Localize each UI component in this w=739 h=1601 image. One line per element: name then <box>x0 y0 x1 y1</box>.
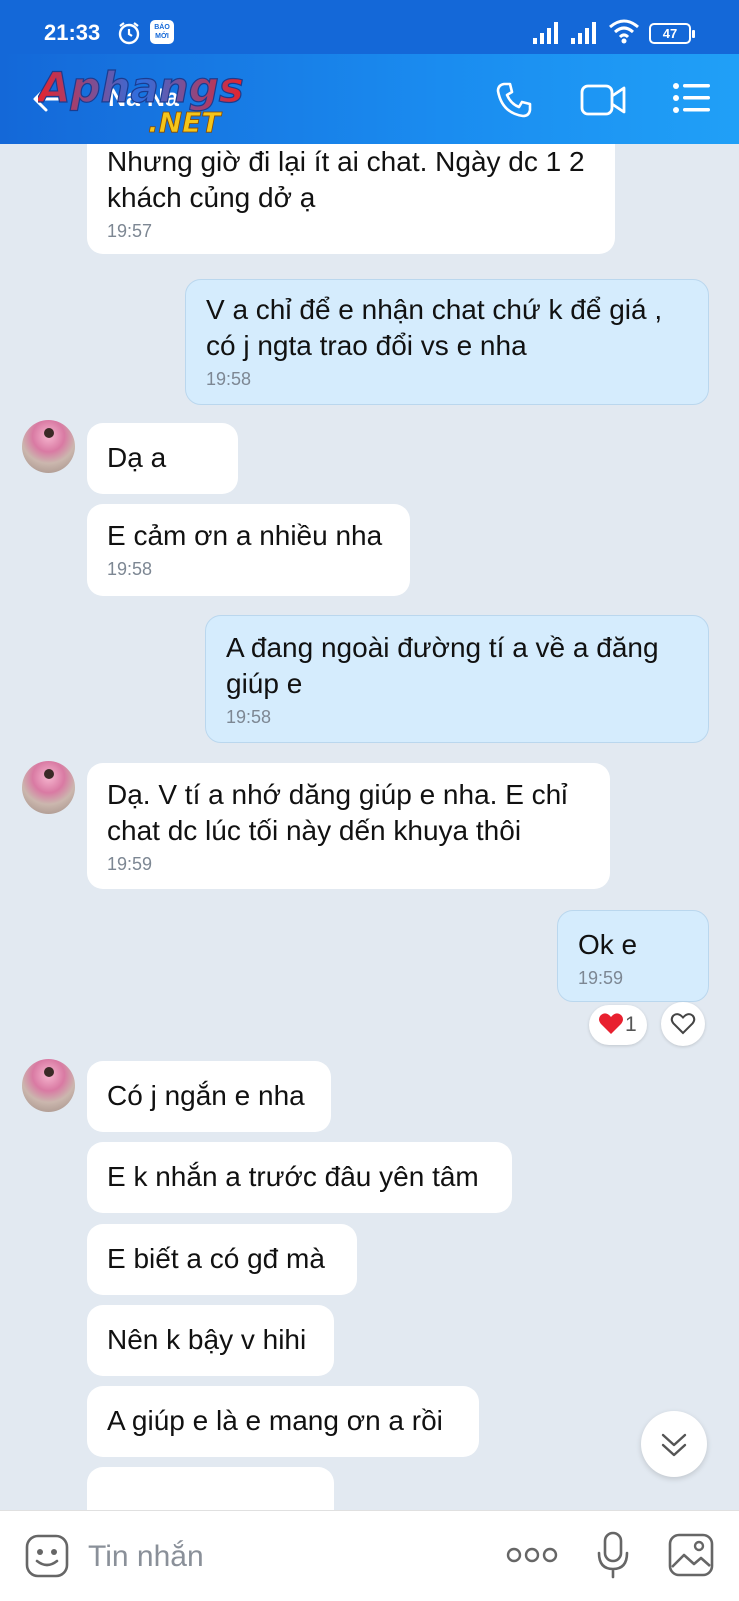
message-text: V a chỉ để e nhận chat chứ k để giá , có… <box>206 294 663 361</box>
message-time: 19:57 <box>107 221 153 241</box>
message-text: A đang ngoài đường tí a về a đăng giúp e <box>226 632 659 699</box>
message-text: Ok e <box>578 929 638 960</box>
contact-avatar[interactable] <box>22 420 75 473</box>
reaction-count: 1 <box>625 1013 637 1036</box>
status-bar: 21:33 BÁO MỚI 47 <box>0 0 739 54</box>
svg-text:Aphangs: Aphangs <box>38 63 244 112</box>
image-gallery-icon[interactable] <box>668 1533 714 1577</box>
message-bubble-outgoing[interactable]: A đang ngoài đường tí a về a đăng giúp e… <box>205 615 709 743</box>
watermark-logo: Aphangs .NET <box>38 62 244 136</box>
emoji-sticker-icon[interactable] <box>24 1533 70 1579</box>
message-bubble-incoming[interactable]: Nhưng giờ đi lại ít ai chat. Ngày dc 1 2… <box>87 144 615 254</box>
message-input-bar <box>0 1510 739 1601</box>
message-bubble-incoming[interactable]: Dạ. V tí a nhớ dăng giúp e nha. E chỉ ch… <box>87 763 610 889</box>
red-heart-icon <box>599 1013 623 1034</box>
svg-text:.NET: .NET <box>148 106 222 136</box>
message-bubble-incoming[interactable]: Nên k bậy v hihi <box>87 1305 334 1376</box>
message-time: 19:59 <box>107 854 153 874</box>
contact-avatar[interactable] <box>22 1059 75 1112</box>
microphone-icon[interactable] <box>596 1531 630 1579</box>
double-chevron-down-icon <box>661 1433 687 1457</box>
battery-indicator: 47 <box>649 23 695 44</box>
message-bubble-incoming[interactable]: A giúp e là e mang ơn a rồi <box>87 1386 479 1457</box>
reaction-badge[interactable]: 1 <box>589 1005 647 1045</box>
message-bubble-incoming[interactable]: E cảm ơn a nhiều nha 19:58 <box>87 504 410 596</box>
message-text: A giúp e là e mang ơn a rồi <box>107 1405 443 1436</box>
message-bubble-incoming[interactable]: E biết a có gđ mà <box>87 1224 357 1295</box>
message-bubble-incoming[interactable]: Dạ a <box>87 423 238 494</box>
like-reaction-button[interactable] <box>661 1002 705 1046</box>
chat-header: Na Na Aphangs .NET <box>0 54 739 144</box>
message-time: 19:58 <box>226 707 272 727</box>
menu-list-icon[interactable] <box>672 82 712 114</box>
phone-call-icon[interactable] <box>494 80 534 120</box>
baomoi-app-icon: BÁO MỚI <box>150 20 174 44</box>
message-time: 19:58 <box>206 369 252 389</box>
message-text: E biết a có gđ mà <box>107 1243 325 1274</box>
signal-icon <box>571 22 596 44</box>
more-options-icon[interactable] <box>506 1545 558 1565</box>
contact-avatar[interactable] <box>22 761 75 814</box>
status-time: 21:33 <box>44 20 101 45</box>
message-text: Có j ngắn e nha <box>107 1080 305 1111</box>
message-time: 19:58 <box>107 559 153 579</box>
message-time: 19:59 <box>578 968 624 988</box>
wifi-icon <box>609 19 639 44</box>
message-text: Dạ a <box>107 442 167 473</box>
video-call-icon[interactable] <box>580 82 628 118</box>
message-bubble-outgoing[interactable]: V a chỉ để e nhận chat chứ k để giá , có… <box>185 279 709 405</box>
signal-icon <box>533 22 558 44</box>
message-bubble-outgoing[interactable]: Ok e 19:59 <box>557 910 709 1002</box>
heart-outline-icon <box>670 1013 696 1035</box>
alarm-icon <box>118 22 140 45</box>
message-text: E k nhắn a trước đâu yên tâm <box>107 1161 479 1192</box>
message-input[interactable] <box>86 1533 470 1581</box>
message-text: Nhưng giờ đi lại ít ai chat. Ngày dc 1 2… <box>107 146 585 213</box>
message-bubble-incoming[interactable]: Có j ngắn e nha <box>87 1061 331 1132</box>
message-list[interactable]: Nhưng giờ đi lại ít ai chat. Ngày dc 1 2… <box>0 144 739 1510</box>
message-text: Nên k bậy v hihi <box>107 1324 307 1355</box>
message-bubble-incoming[interactable]: E k nhắn a trước đâu yên tâm <box>87 1142 512 1213</box>
scroll-to-bottom-button[interactable] <box>641 1411 707 1477</box>
message-text: Dạ. V tí a nhớ dăng giúp e nha. E chỉ ch… <box>107 779 568 846</box>
message-bubble-incoming-partial[interactable] <box>87 1467 334 1510</box>
message-text: E cảm ơn a nhiều nha <box>107 520 383 551</box>
